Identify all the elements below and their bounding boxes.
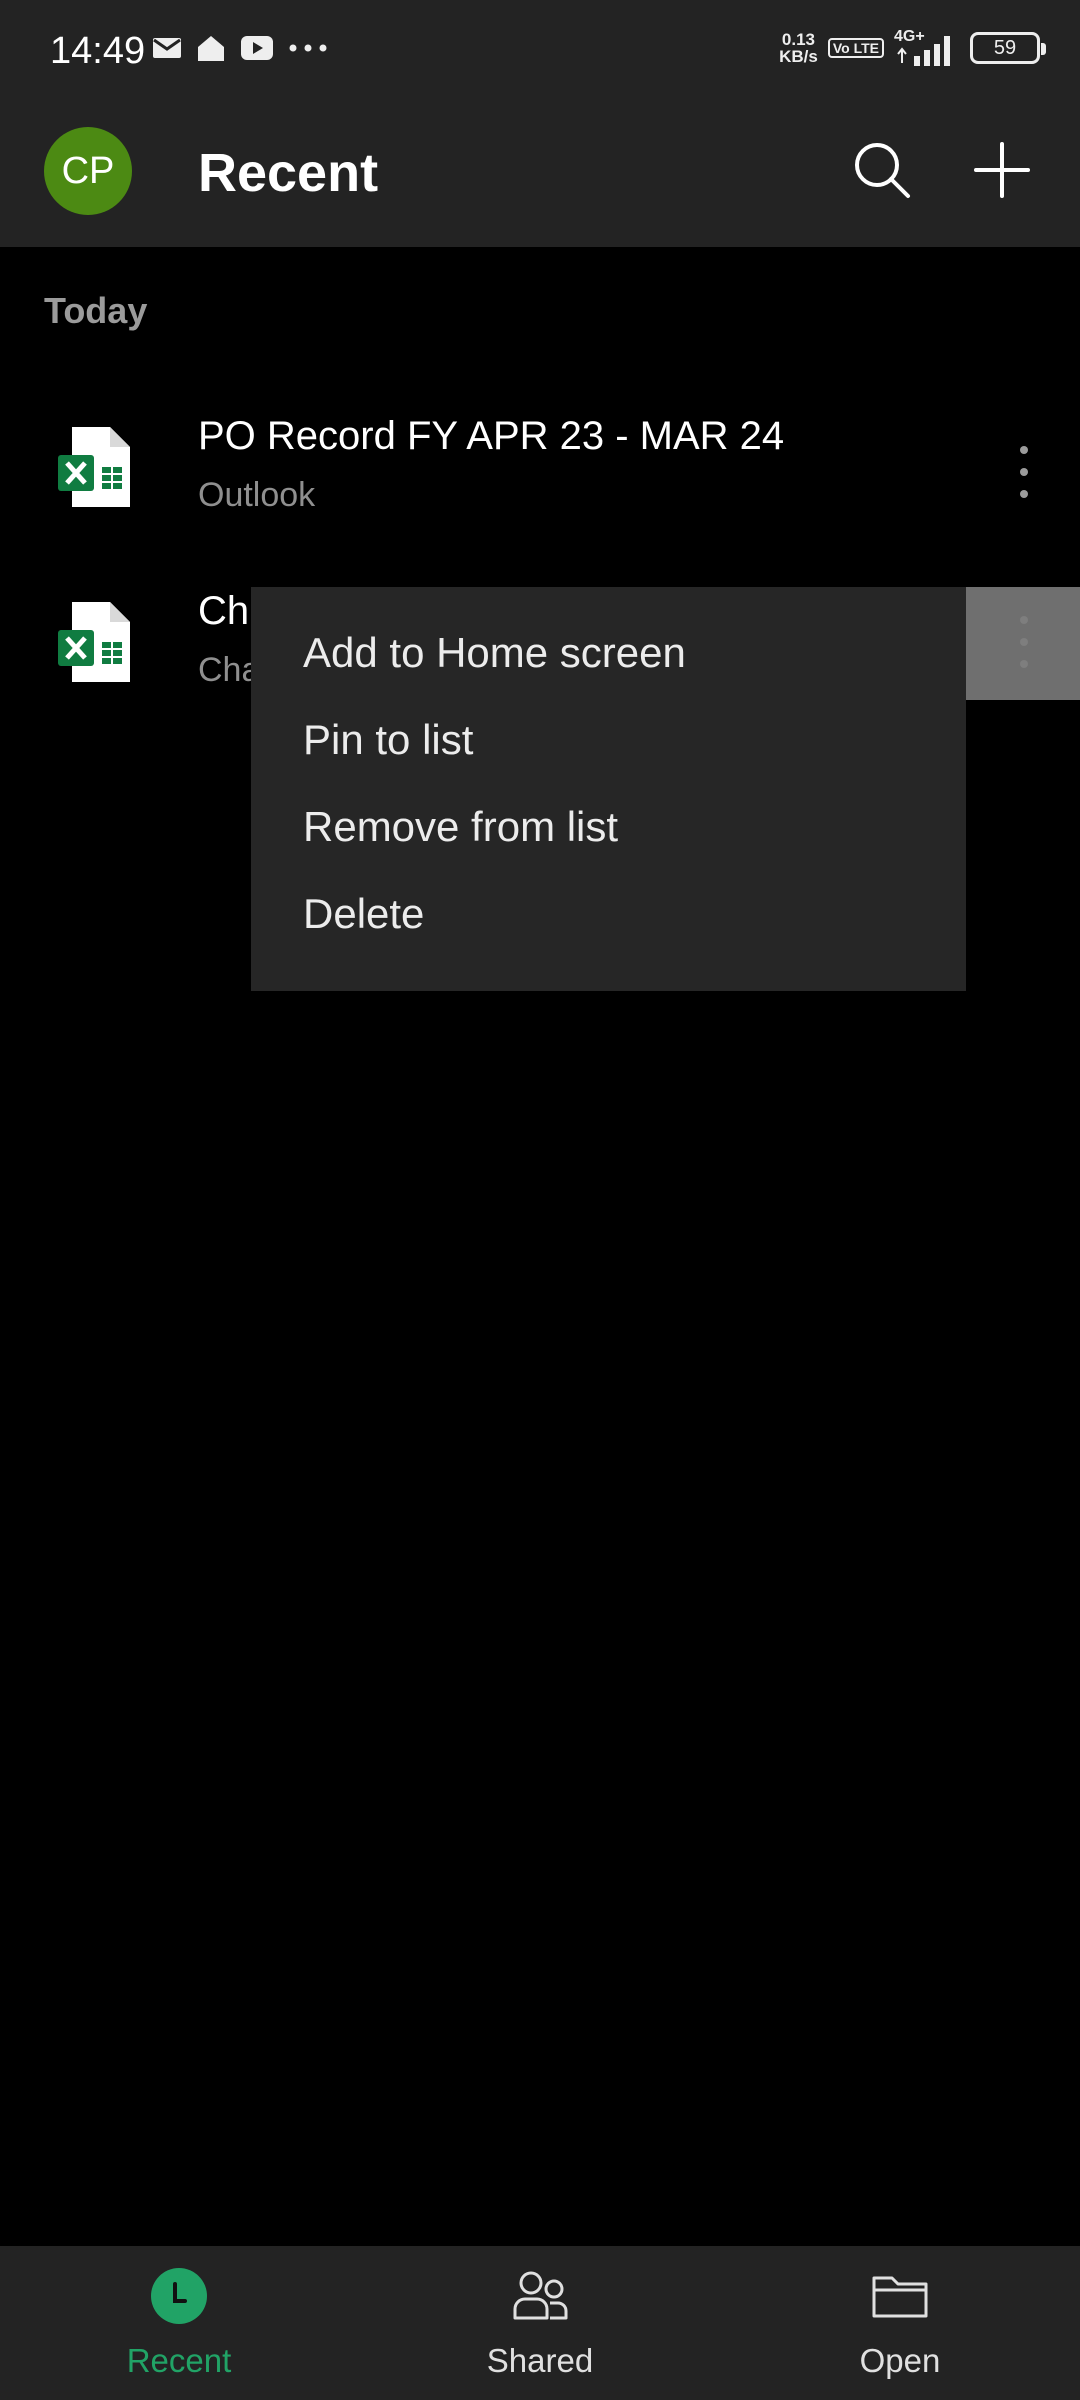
- more-vertical-icon: [1006, 612, 1042, 672]
- menu-item-remove-from-list[interactable]: Remove from list: [251, 783, 966, 870]
- home-icon: [198, 36, 224, 61]
- nav-tab-open[interactable]: Open: [800, 2246, 1000, 2400]
- notification-icons: [152, 34, 328, 62]
- nav-label: Recent: [126, 2342, 232, 2379]
- add-button[interactable]: [970, 138, 1034, 202]
- section-header-today: Today: [44, 290, 148, 331]
- app-bar: CP Recent: [0, 100, 1080, 247]
- search-icon: [855, 143, 910, 198]
- net-speed: 0.13 KB/s: [779, 30, 818, 66]
- status-bar: 14:49 0.13 KB/s Vo LTE 4G+ 59: [0, 0, 1080, 100]
- more-vertical-icon: [1020, 446, 1028, 454]
- file-name: Ch: [198, 589, 250, 633]
- status-time: 14:49: [50, 30, 146, 72]
- signal-icon: [897, 36, 950, 66]
- avatar[interactable]: CP: [44, 127, 132, 215]
- volte-badge: Vo LTE: [827, 38, 884, 58]
- search-button[interactable]: [850, 138, 914, 202]
- people-icon: [513, 2271, 568, 2320]
- nav-label: Shared: [486, 2342, 594, 2379]
- file-location: Outlook: [198, 476, 316, 514]
- menu-item-add-to-home-screen[interactable]: Add to Home screen: [251, 609, 966, 696]
- bottom-nav: Recent Shared Open: [0, 2246, 1080, 2400]
- file-row[interactable]: PO Record FY APR 23 - MAR 24 Outlook: [0, 380, 1080, 550]
- more-notifications-icon: [289, 44, 327, 52]
- context-menu: Add to Home screen Pin to list Remove fr…: [251, 587, 966, 991]
- nav-tab-shared[interactable]: Shared: [440, 2246, 640, 2400]
- excel-file-icon: [58, 602, 130, 682]
- menu-item-pin-to-list[interactable]: Pin to list: [251, 696, 966, 783]
- battery-icon: 59: [970, 32, 1046, 64]
- file-name: PO Record FY APR 23 - MAR 24: [198, 414, 785, 458]
- mail-icon: [153, 38, 181, 58]
- signal-group: 4G+: [894, 28, 960, 68]
- excel-file-icon: [58, 427, 130, 507]
- menu-item-delete[interactable]: Delete: [251, 870, 966, 957]
- nav-label: Open: [859, 2342, 941, 2379]
- nav-tab-recent[interactable]: Recent: [79, 2246, 279, 2400]
- folder-icon: [872, 2276, 928, 2318]
- more-options-button-active[interactable]: [966, 587, 1080, 700]
- status-right: 0.13 KB/s Vo LTE 4G+ 59: [779, 28, 1046, 68]
- youtube-icon: [241, 36, 273, 60]
- plus-icon: [974, 142, 1030, 198]
- clock-icon: [151, 2268, 207, 2324]
- more-options-button[interactable]: [1006, 442, 1042, 502]
- page-title: Recent: [198, 143, 379, 203]
